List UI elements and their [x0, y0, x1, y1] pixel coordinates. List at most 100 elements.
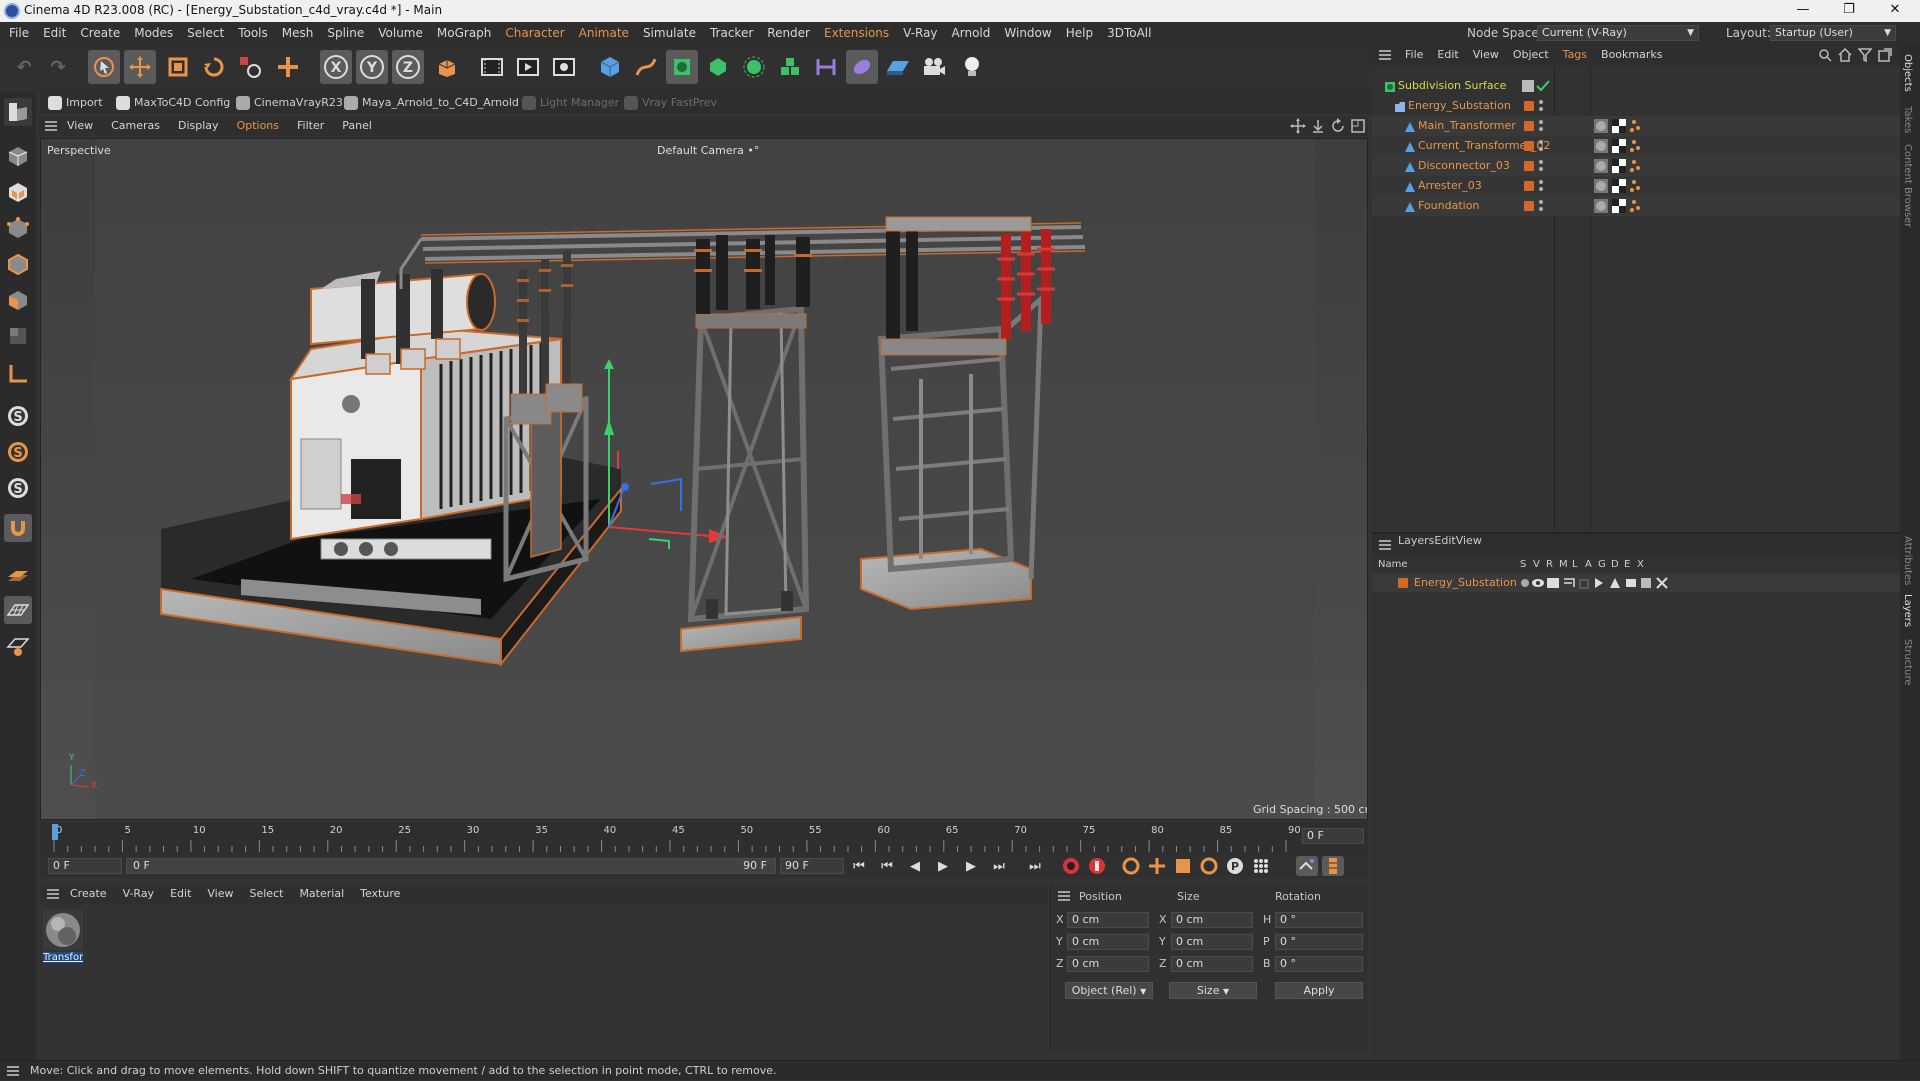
array-generator-icon[interactable] — [702, 50, 734, 84]
hamburger-menu-icon[interactable] — [44, 119, 58, 133]
go-to-end-icon[interactable]: ⏭ — [1024, 856, 1046, 876]
tab-takes[interactable]: Takes — [1902, 106, 1913, 133]
floor-environment-icon[interactable] — [882, 50, 914, 84]
tab-structure[interactable]: Structure — [1902, 639, 1913, 686]
move-tool-icon[interactable] — [124, 50, 156, 84]
visibility-dots-icon[interactable] — [1538, 159, 1544, 173]
search-icon[interactable] — [1818, 48, 1832, 65]
hamburger-menu-icon[interactable] — [1057, 889, 1071, 906]
position-key-icon[interactable] — [1146, 856, 1168, 876]
texture-mode-icon[interactable] — [4, 178, 32, 206]
material-tag-icons[interactable] — [1594, 158, 1650, 177]
maxtoc4d-config-button[interactable]: MaxToC4D Config — [116, 95, 230, 111]
previous-key-icon[interactable]: ⏮ — [876, 856, 898, 876]
hamburger-menu-icon[interactable] — [6, 1064, 20, 1081]
viewport-menu-cameras[interactable]: Cameras — [102, 116, 169, 136]
tab-objects[interactable]: Objects — [1902, 54, 1913, 92]
object-row[interactable]: Disconnector_03 — [1372, 156, 1900, 176]
render-settings-icon[interactable] — [548, 50, 580, 84]
live-selection-icon[interactable] — [88, 50, 120, 84]
rotate-tool-icon[interactable] — [198, 50, 230, 84]
object-row[interactable]: Energy_Substation — [1372, 96, 1900, 116]
menu-modes[interactable]: Modes — [127, 22, 180, 44]
layer-color-tag[interactable] — [1524, 141, 1534, 151]
visibility-dots-icon[interactable] — [1538, 179, 1544, 193]
material-menu-view[interactable]: View — [199, 884, 241, 904]
menu-v-ray[interactable]: V-Ray — [896, 22, 944, 44]
maya-arnold-button[interactable]: Maya_Arnold_to_C4D_Arnold — [344, 95, 519, 111]
layer-toggle-icons[interactable] — [1520, 576, 1720, 590]
field-object-icon[interactable] — [846, 50, 878, 84]
light-bulb-icon[interactable] — [956, 50, 988, 84]
layer-column-name[interactable]: Name — [1378, 559, 1408, 570]
previous-frame-icon[interactable]: ◀ — [904, 856, 926, 876]
object-menu-edit[interactable]: Edit — [1430, 44, 1465, 66]
scale-tool-icon[interactable] — [162, 50, 194, 84]
restore-button[interactable]: ❐ — [1826, 0, 1872, 22]
layer-column-l[interactable]: L — [1572, 559, 1578, 570]
visibility-dots-icon[interactable] — [1538, 99, 1544, 113]
layer-color-tag[interactable] — [1524, 101, 1534, 111]
make-editable-icon[interactable] — [4, 98, 32, 126]
coordinate-mode-dropdown[interactable]: Object (Rel) ▼ — [1065, 982, 1153, 999]
points-mode-icon[interactable] — [4, 214, 32, 242]
viewport-menu-options[interactable]: Options — [228, 116, 288, 136]
menu-render[interactable]: Render — [760, 22, 817, 44]
material-tag-icons[interactable] — [1594, 198, 1650, 217]
point-level-animation-icon[interactable] — [1250, 856, 1272, 876]
autokeying-icon[interactable] — [1086, 856, 1108, 876]
rotation-key-icon[interactable] — [1198, 856, 1220, 876]
menu-help[interactable]: Help — [1059, 22, 1100, 44]
viewport-menu-display[interactable]: Display — [169, 116, 228, 136]
layer-column-g[interactable]: G — [1598, 559, 1606, 570]
grid-workplane-icon[interactable] — [4, 596, 32, 624]
menu-spline[interactable]: Spline — [320, 22, 371, 44]
pen-spline-icon[interactable] — [630, 50, 662, 84]
object-row[interactable]: Current_Transformer_02 — [1372, 136, 1900, 156]
object-row[interactable]: Arrester_03 — [1372, 176, 1900, 196]
menu-edit[interactable]: Edit — [36, 22, 73, 44]
close-button[interactable]: ✕ — [1872, 0, 1918, 22]
hamburger-menu-icon[interactable] — [1378, 48, 1392, 65]
undo-icon[interactable]: ↶ — [8, 50, 40, 84]
playhead[interactable] — [52, 824, 58, 840]
object-menu-object[interactable]: Object — [1506, 44, 1556, 66]
menu-create[interactable]: Create — [73, 22, 127, 44]
material-menu-select[interactable]: Select — [242, 884, 292, 904]
viewport-menu-panel[interactable]: Panel — [333, 116, 381, 136]
layer-menu-layers[interactable]: Layers — [1398, 534, 1434, 547]
camera-icon[interactable] — [918, 50, 950, 84]
mograph-cloner-icon[interactable] — [738, 50, 770, 84]
maximize-view-icon[interactable] — [1350, 118, 1366, 137]
layer-column-a[interactable]: A — [1585, 559, 1592, 570]
menu-tools[interactable]: Tools — [231, 22, 275, 44]
menu-window[interactable]: Window — [997, 22, 1058, 44]
menu-arnold[interactable]: Arnold — [945, 22, 998, 44]
play-icon[interactable]: ▶ — [932, 856, 954, 876]
cinemavray-button[interactable]: CinemaVrayR23 — [236, 95, 343, 111]
menu-simulate[interactable]: Simulate — [636, 22, 703, 44]
record-active-objects-icon[interactable] — [1060, 856, 1082, 876]
material-swatch[interactable]: Transfor — [43, 910, 83, 972]
enabled-check-icon[interactable] — [1522, 79, 1550, 96]
workplane-icon[interactable] — [4, 560, 32, 588]
tab-layers[interactable]: Layers — [1902, 594, 1913, 627]
layer-column-s[interactable]: S — [1520, 559, 1526, 570]
menu-file[interactable]: File — [2, 22, 36, 44]
render-to-picture-viewer-icon[interactable] — [512, 50, 544, 84]
start-frame-field[interactable]: 0 F — [48, 858, 122, 874]
object-menu-tags[interactable]: Tags — [1556, 44, 1594, 66]
z-axis-lock-icon[interactable]: Z — [392, 50, 424, 84]
material-menu-v-ray[interactable]: V-Ray — [115, 884, 163, 904]
timeline-window-icon[interactable] — [1322, 856, 1344, 876]
layer-column-d[interactable]: D — [1611, 559, 1619, 570]
zoom-view-icon[interactable] — [1310, 118, 1326, 137]
uv-mode-icon[interactable] — [4, 322, 32, 350]
snap-s-icon[interactable]: S — [4, 402, 32, 430]
timeline-ruler[interactable]: 0 5 10 15 20 25 30 35 40 45 50 55 60 65 70 75 80 85 90 0 F — [40, 822, 1368, 854]
go-to-start-icon[interactable]: ⏮ — [848, 856, 870, 876]
vray-fastprev-button[interactable]: Vray FastPrev — [624, 95, 717, 111]
material-tag-icons[interactable] — [1594, 118, 1650, 137]
layer-menu-edit[interactable]: Edit — [1434, 534, 1455, 547]
parameter-key-icon[interactable]: P — [1224, 856, 1246, 876]
